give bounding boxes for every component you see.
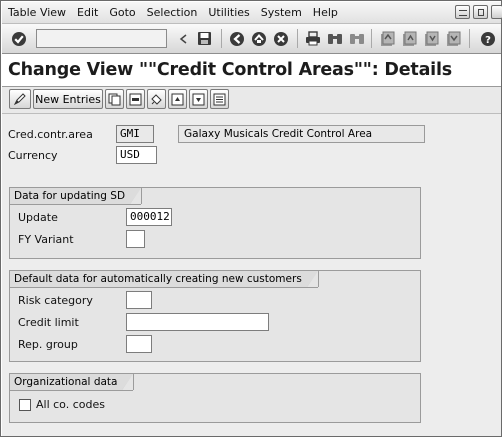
group-default-data-new-customers: Default data for automatically creating … — [9, 270, 421, 362]
credit-control-area-description: Galaxy Musicals Credit Control Area — [178, 125, 425, 143]
cancel-icon[interactable] — [272, 30, 289, 47]
display-change-icon[interactable] — [9, 89, 31, 109]
find-next-icon[interactable] — [348, 30, 365, 47]
find-icon[interactable] — [326, 30, 343, 47]
group-title: Default data for automatically creating … — [10, 270, 319, 288]
command-field-arrow-icon[interactable] — [178, 30, 188, 47]
rep-group-label: Rep. group — [18, 338, 78, 351]
next-entry-icon[interactable] — [189, 89, 208, 109]
group-organizational-data: Organizational data All co. codes — [9, 373, 421, 423]
first-page-icon[interactable] — [378, 30, 395, 47]
delete-icon[interactable] — [126, 89, 145, 109]
menu-table-view[interactable]: Table View — [8, 6, 66, 19]
menu-system[interactable]: System — [261, 6, 302, 19]
update-field[interactable]: 000012 — [126, 208, 172, 226]
copy-as-icon[interactable] — [105, 89, 124, 109]
credit-control-area-label: Cred.contr.area — [8, 128, 93, 141]
minimize-window-icon[interactable] — [473, 5, 488, 19]
menu-selection[interactable]: Selection — [147, 6, 198, 19]
all-co-codes-label: All co. codes — [36, 398, 105, 411]
enter-icon[interactable] — [10, 30, 27, 47]
undo-change-icon[interactable] — [147, 89, 166, 109]
all-co-codes-checkbox[interactable] — [19, 399, 31, 411]
customize-layout-icon[interactable] — [455, 5, 470, 19]
detail-content: Cred.contr.area GMI Galaxy Musicals Cred… — [2, 114, 501, 436]
rep-group-field[interactable] — [126, 335, 152, 353]
select-all-icon[interactable] — [210, 89, 229, 109]
menu-utilities[interactable]: Utilities — [208, 6, 249, 19]
new-entries-button[interactable]: New Entries — [33, 89, 103, 109]
credit-limit-label: Credit limit — [18, 316, 79, 329]
risk-category-field[interactable] — [126, 291, 152, 309]
previous-entry-icon[interactable] — [168, 89, 187, 109]
previous-page-icon[interactable] — [400, 30, 417, 47]
save-icon[interactable] — [196, 30, 213, 47]
last-page-icon[interactable] — [444, 30, 461, 47]
menu-goto[interactable]: Goto — [109, 6, 135, 19]
command-field[interactable] — [36, 29, 167, 48]
close-window-icon[interactable] — [491, 5, 502, 19]
application-toolbar: New Entries — [2, 87, 501, 114]
currency-label: Currency — [8, 149, 58, 162]
update-label: Update — [18, 211, 58, 224]
exit-icon[interactable] — [250, 30, 267, 47]
page-title: Change View ""Credit Control Areas"": De… — [8, 60, 452, 80]
print-icon[interactable] — [304, 30, 321, 47]
next-page-icon[interactable] — [422, 30, 439, 47]
help-icon[interactable]: ? — [479, 30, 496, 47]
back-icon[interactable] — [228, 30, 245, 47]
fy-variant-label: FY Variant — [18, 233, 74, 246]
fy-variant-field[interactable] — [126, 230, 145, 248]
credit-control-area-field[interactable]: GMI — [116, 125, 154, 143]
group-title: Data for updating SD — [10, 187, 143, 205]
new-entries-label: New Entries — [35, 92, 101, 106]
risk-category-label: Risk category — [18, 294, 93, 307]
title-bar: Change View ""Credit Control Areas"": De… — [2, 54, 501, 87]
menu-edit[interactable]: Edit — [77, 6, 98, 19]
menu-help[interactable]: Help — [313, 6, 338, 19]
group-title: Organizational data — [10, 373, 135, 391]
menu-bar: Table View Edit Goto Selection Utilities… — [2, 2, 502, 24]
standard-toolbar: ? — [2, 24, 501, 54]
credit-limit-field[interactable] — [126, 313, 269, 331]
svg-text:?: ? — [485, 35, 491, 46]
group-data-for-updating-sd: Data for updating SD Update 000012 FY Va… — [9, 187, 421, 259]
currency-field[interactable]: USD — [116, 146, 157, 164]
sap-window: Table View Edit Goto Selection Utilities… — [0, 0, 502, 437]
